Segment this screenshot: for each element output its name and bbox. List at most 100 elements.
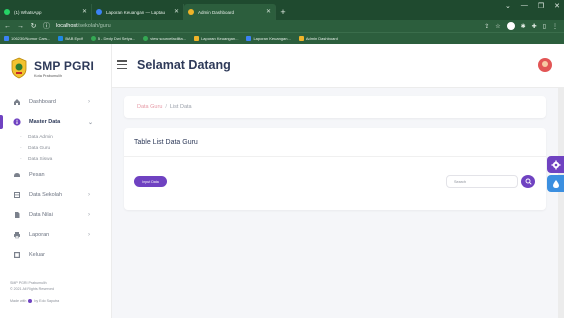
sidebar-footer: SMP PGRI Prabumulih © 2021 All Rights Re…	[10, 280, 59, 304]
bookmark-icon	[90, 36, 96, 41]
bookmark-icon	[4, 36, 9, 41]
bookmark-item[interactable]: Admin Dashboard	[298, 36, 338, 41]
close-icon[interactable]: ✕	[82, 8, 87, 15]
drop-icon	[552, 179, 559, 188]
extension-icon[interactable]: ✱	[521, 23, 526, 30]
back-icon[interactable]: ←	[4, 23, 11, 30]
close-icon[interactable]: ✕	[174, 8, 179, 15]
tab-title: Laporan Keuangan — Laptau	[106, 9, 166, 15]
theme-float-button[interactable]	[547, 175, 564, 192]
submenu-item-data-siswa[interactable]: Data Siswa	[0, 154, 111, 165]
maximize-icon[interactable]: ❐	[538, 2, 544, 10]
sidepanel-icon[interactable]: ▯	[543, 23, 546, 30]
bookmark-label: 5 - Dedy Dwi Setya...	[97, 36, 136, 41]
master-data-submenu: Data Admin Data Guru Data Siswa	[0, 132, 111, 165]
browser-actions: ⇪ ☆ ✱ ✚ ▯ ⋮	[484, 22, 558, 30]
info-icon[interactable]: ⓘ	[43, 21, 50, 31]
card-divider	[124, 156, 546, 157]
dropdown-icon[interactable]: ⌄	[505, 2, 511, 10]
school-logo-icon	[10, 57, 28, 79]
url-path: /sekolah/guru	[77, 23, 111, 29]
bookmark-item[interactable]: Laporan Keuangan...	[194, 36, 238, 41]
hamburger-menu-icon[interactable]	[117, 60, 127, 69]
whatsapp-icon	[4, 9, 10, 15]
minimize-icon[interactable]: —	[521, 2, 528, 10]
menu-dots-icon[interactable]: ⋮	[552, 23, 558, 30]
bookmark-icon	[298, 36, 304, 41]
browser-tab-admin[interactable]: Admin Dashboard ✕	[184, 4, 276, 20]
new-tab-button[interactable]: +	[276, 4, 290, 20]
bookmark-icon	[194, 36, 200, 41]
chevron-right-icon: ›	[88, 99, 90, 105]
submenu-item-data-guru[interactable]: Data Guru	[0, 143, 111, 154]
bookmark-item[interactable]: Laporan Keuangan...	[246, 36, 291, 41]
breadcrumb-separator: /	[165, 104, 167, 110]
url-field[interactable]: localhost/sekolah/guru	[56, 23, 111, 29]
chevron-right-icon: ›	[88, 212, 90, 218]
browser-tab-bar: (1) WhatsApp ✕ Laporan Keuangan — Laptau…	[0, 0, 564, 20]
share-icon[interactable]: ⇪	[484, 23, 489, 30]
logout-icon	[12, 251, 21, 260]
browser-tab-whatsapp[interactable]: (1) WhatsApp ✕	[0, 4, 92, 20]
close-icon[interactable]: ✕	[266, 8, 271, 15]
page-title: Selamat Datang	[137, 58, 231, 72]
scrollbar[interactable]	[558, 88, 564, 318]
sidebar-item-laporan[interactable]: Laporan ›	[0, 225, 111, 245]
footer-credit: Made with by Edo Saputra	[10, 298, 59, 304]
profile-icon[interactable]	[506, 22, 515, 30]
sidebar-item-label: Data Nilai	[29, 212, 53, 218]
print-icon	[12, 231, 21, 240]
bookmark-icon	[58, 36, 64, 41]
heart-icon	[28, 299, 33, 303]
sidebar-item-master-data[interactable]: Master Data ⌄	[0, 112, 111, 132]
puzzle-icon[interactable]: ✚	[532, 23, 537, 30]
bookmark-item[interactable]: 106230/Nomor Cars...	[4, 36, 50, 41]
chevron-down-icon: ⌄	[88, 119, 94, 126]
reload-icon[interactable]: ↻	[30, 22, 37, 30]
breadcrumb: Data Guru / List Data	[124, 96, 546, 118]
bookmark-item[interactable]: view sourcefacilita...	[143, 36, 186, 41]
bookmark-item[interactable]: BAB Epdf	[58, 36, 83, 41]
app-viewport: SMP PGRI Kota Prabumulih Dashboard › Mas…	[0, 44, 564, 318]
breadcrumb-link[interactable]: Data Guru	[137, 104, 162, 110]
footer-made-with: Made with	[10, 299, 27, 303]
bookmark-icon	[246, 36, 252, 41]
sidebar-item-data-sekolah[interactable]: Data Sekolah ›	[0, 185, 111, 205]
input-data-button[interactable]: Input Data	[134, 176, 167, 187]
bookmark-label: Laporan Keuangan...	[253, 36, 291, 41]
brand-name: SMP PGRI	[34, 58, 95, 73]
sidebar-item-pesan[interactable]: Pesan	[0, 165, 111, 185]
bookmark-icon	[143, 36, 149, 41]
sidebar-item-label: Data Sekolah	[29, 192, 63, 198]
url-host: localhost	[56, 23, 78, 29]
avatar[interactable]	[538, 58, 552, 72]
message-icon	[12, 171, 21, 180]
close-window-icon[interactable]: ✕	[554, 2, 560, 10]
settings-float-button[interactable]	[547, 156, 564, 173]
document-icon	[12, 211, 21, 220]
breadcrumb-current: List Data	[169, 104, 192, 110]
bookmark-label: Laporan Keuangan...	[201, 36, 239, 41]
chevron-right-icon: ›	[88, 232, 90, 238]
forward-icon[interactable]: →	[17, 23, 24, 30]
submenu-item-data-admin[interactable]: Data Admin	[0, 132, 111, 143]
card-title: Table List Data Guru	[134, 139, 198, 146]
page-icon	[188, 9, 194, 15]
sidebar-item-label: Dashboard	[29, 99, 56, 105]
bookmark-label: BAB Epdf	[65, 36, 83, 41]
sidebar-item-keluar[interactable]: Keluar	[0, 245, 111, 265]
search-input[interactable]	[446, 175, 518, 188]
bookmarks-bar: 106230/Nomor Cars... BAB Epdf 5 - Dedy D…	[0, 32, 564, 44]
sidebar-item-data-nilai[interactable]: Data Nilai ›	[0, 205, 111, 225]
sidebar-item-label: Master Data	[29, 119, 61, 125]
star-icon[interactable]: ☆	[495, 23, 500, 30]
tab-title: (1) WhatsApp	[14, 9, 42, 15]
sidebar-item-dashboard[interactable]: Dashboard ›	[0, 92, 111, 112]
brand[interactable]: SMP PGRI Kota Prabumulih	[0, 44, 111, 82]
bookmark-label: 106230/Nomor Cars...	[11, 36, 51, 41]
bookmark-item[interactable]: 5 - Dedy Dwi Setya...	[90, 36, 136, 41]
browser-tab-laporan[interactable]: Laporan Keuangan — Laptau ✕	[92, 4, 184, 20]
sidebar-item-label: Laporan	[29, 232, 50, 238]
page-icon	[96, 9, 102, 15]
search-button[interactable]	[521, 175, 535, 188]
